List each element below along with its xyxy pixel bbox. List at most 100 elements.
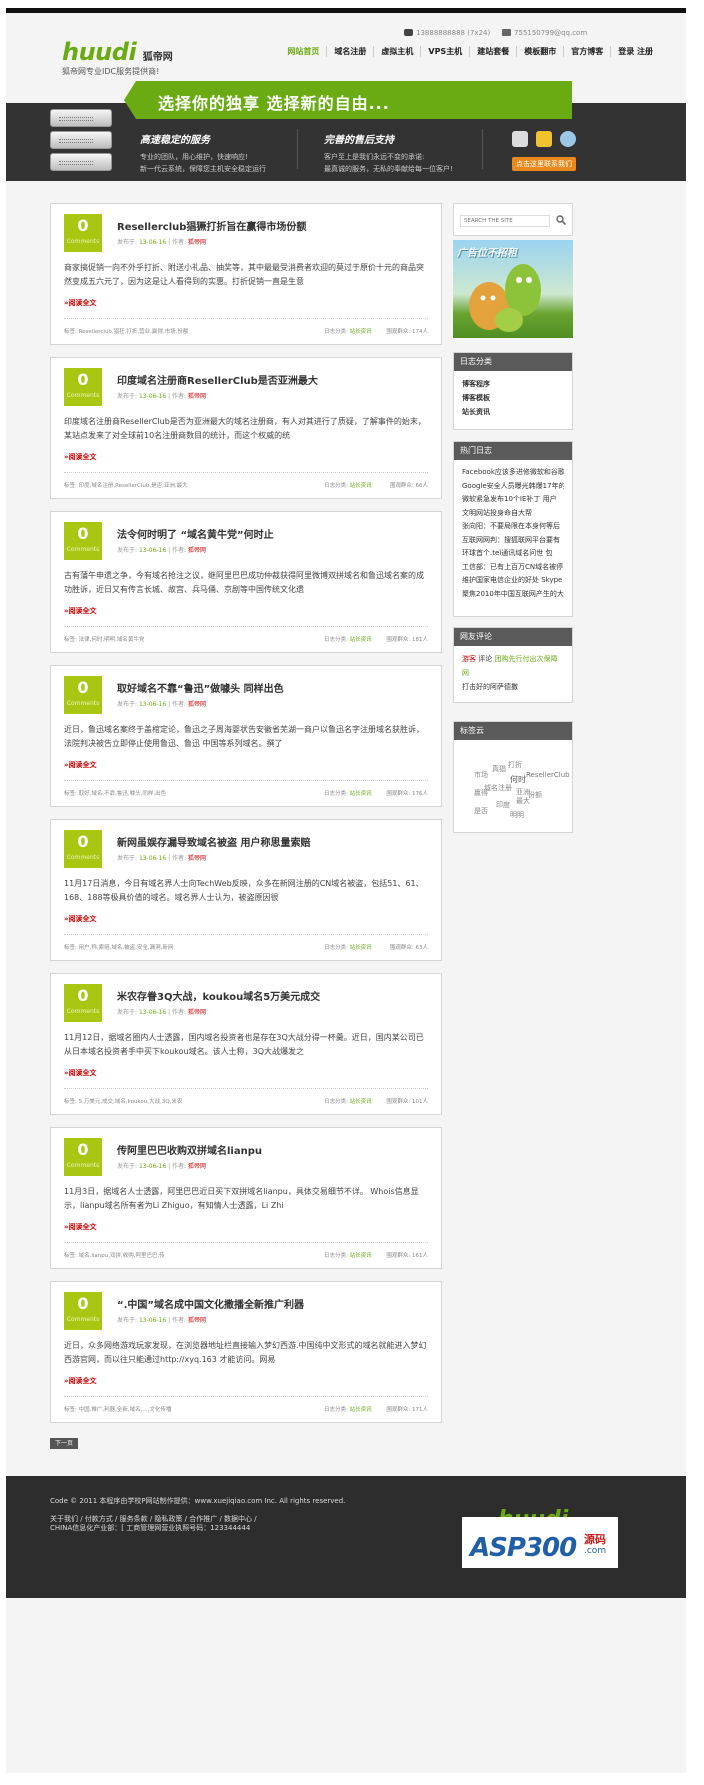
- post-tags[interactable]: 标签: 5,万美元,成交,域名,koukou,大战,3Q,米农: [64, 1097, 284, 1105]
- post-title[interactable]: 传阿里巴巴收购双拼域名lianpu: [117, 1142, 262, 1157]
- divider: [297, 129, 298, 169]
- printer-icon[interactable]: [512, 131, 528, 147]
- tag-link[interactable]: ResellerClub: [526, 771, 570, 779]
- tag-link[interactable]: 亚洲: [516, 787, 530, 797]
- post-author[interactable]: 狐帝网: [188, 1163, 206, 1170]
- post-footer: 标签: 域名,lianpu,双拼,收购,阿里巴巴,传 日志分类: 站长资讯 围观…: [64, 1242, 428, 1259]
- post-author[interactable]: 狐帝网: [188, 701, 206, 708]
- post-title[interactable]: 新网虽娱存漏导致域名被盗 用户称思量索赔: [117, 834, 310, 849]
- next-page-button[interactable]: 下一页: [50, 1438, 78, 1449]
- post-tags[interactable]: 标签: 中国,推广,利器,全新,域名,...,文化传播: [64, 1405, 284, 1413]
- post-author[interactable]: 狐帝网: [188, 239, 206, 246]
- category-link[interactable]: 站长资讯: [350, 329, 372, 335]
- comment-count-box[interactable]: 0 Comments: [64, 1138, 102, 1176]
- read-more-link[interactable]: »阅读全文: [64, 452, 97, 462]
- post-title[interactable]: 法令何时明了 “域名黄牛党”何时止: [117, 526, 274, 541]
- contact-us-button[interactable]: 点击这里联系我们: [512, 157, 576, 171]
- hot-post-item[interactable]: 工信部：已有上百万CN域名被停: [462, 561, 564, 575]
- hot-post-item[interactable]: 微软紧急发布10个IE补丁 用户: [462, 493, 564, 507]
- category-link[interactable]: 站长资讯: [350, 1407, 372, 1413]
- nav-domain[interactable]: 域名注册: [326, 46, 373, 57]
- hot-post-item[interactable]: 文明网站投身命自大帮: [462, 507, 564, 521]
- ad-banner[interactable]: 广告位不招租: [453, 240, 573, 338]
- post-title[interactable]: “.中国”域名成中国文化撒播全新推广利器: [117, 1296, 304, 1311]
- post-author[interactable]: 狐帝网: [188, 1009, 206, 1016]
- hot-post-item[interactable]: 维护国家电信企业的好处 Skype: [462, 574, 564, 588]
- category-item[interactable]: 博客模板: [462, 391, 564, 405]
- nav-package[interactable]: 建站套餐: [469, 46, 516, 57]
- read-more-link[interactable]: »阅读全文: [64, 1068, 97, 1078]
- nav-blog[interactable]: 官方博客: [563, 46, 610, 57]
- hot-post-item[interactable]: 聚焦2010年中国互联网产生的大: [462, 588, 564, 602]
- nav-hosting[interactable]: 虚拟主机: [373, 46, 420, 57]
- post-tags[interactable]: 标签: 域名,lianpu,双拼,收购,阿里巴巴,传: [64, 1251, 284, 1259]
- read-more-link[interactable]: »阅读全文: [64, 914, 97, 924]
- comment-count-box[interactable]: 0 Comments: [64, 830, 102, 868]
- tag-link[interactable]: 真猖: [492, 764, 506, 774]
- hot-post-item[interactable]: 环球首个.tel通讯域名问世 包: [462, 547, 564, 561]
- post-title[interactable]: 取好域名不靠“鲁迅”做噱头 同样出色: [117, 680, 284, 695]
- qq-icon[interactable]: [536, 131, 552, 147]
- category-item[interactable]: 站长资讯: [462, 405, 564, 419]
- post-category: 日志分类: 站长资讯: [324, 1097, 372, 1105]
- post-tags[interactable]: 标签: 用户,称,索赔,域名,被盗,安全,漏洞,新网: [64, 943, 284, 951]
- read-more-link[interactable]: »阅读全文: [64, 1222, 97, 1232]
- hot-post-item[interactable]: Google安全人员曝光韩爆17年的: [462, 480, 564, 494]
- tag-link[interactable]: 域名注册: [484, 783, 512, 793]
- tag-link[interactable]: 是否: [474, 806, 488, 816]
- category-link[interactable]: 站长资讯: [350, 637, 372, 643]
- comment-count: 0: [77, 370, 89, 389]
- post-footer: 标签: 用户,称,索赔,域名,被盗,安全,漏洞,新网 日志分类: 站长资讯 围观…: [64, 934, 428, 951]
- read-more-link[interactable]: »阅读全文: [64, 1376, 97, 1386]
- post-title[interactable]: 印度域名注册商ResellerClub是否亚洲最大: [117, 372, 318, 387]
- nav-vps[interactable]: VPS主机: [420, 46, 469, 57]
- tag-link[interactable]: 最大: [516, 796, 530, 806]
- hot-post-item[interactable]: 张向阳：不要局限在本身何等后: [462, 520, 564, 534]
- post-tags[interactable]: 标签: Resellerclub,猖狂,打折,营业,赢得,市场,份额: [64, 327, 284, 335]
- category-link[interactable]: 站长资讯: [350, 1099, 372, 1105]
- category-link[interactable]: 站长资讯: [350, 791, 372, 797]
- comment-count-box[interactable]: 0 Comments: [64, 676, 102, 714]
- tag-link[interactable]: 市场: [474, 770, 488, 780]
- nav-home[interactable]: 网站首页: [280, 46, 326, 57]
- hot-post-item[interactable]: Facebook应该多进修微软和谷歌: [462, 466, 564, 480]
- category-link[interactable]: 站长资讯: [350, 483, 372, 489]
- nav-template[interactable]: 模板翻市: [516, 46, 563, 57]
- category-item[interactable]: 博客程序: [462, 377, 564, 391]
- tag-link[interactable]: 明明: [510, 810, 524, 820]
- comment-count-box[interactable]: 0 Comments: [64, 1292, 102, 1330]
- comment-item[interactable]: 游客 评论 团购先行付出次保障网: [462, 652, 564, 680]
- logo[interactable]: huudi 狐帝网: [62, 38, 173, 66]
- read-more-link[interactable]: »阅读全文: [64, 298, 97, 308]
- category-link[interactable]: 站长资讯: [350, 945, 372, 951]
- tag-link[interactable]: 打折: [508, 760, 522, 770]
- read-more-link[interactable]: »阅读全文: [64, 760, 97, 770]
- comment-count-box[interactable]: 0 Comments: [64, 522, 102, 560]
- category-link[interactable]: 站长资讯: [350, 1253, 372, 1259]
- post-excerpt: 古有蒲午申遗之争，今有域名抢注之议，继阿里巴巴成功仲裁获得阿里微博双拼域名和鲁迅…: [64, 571, 424, 594]
- post-title[interactable]: 米农存眷3Q大战，koukou域名5万美元成交: [117, 988, 320, 1003]
- comment-count-label: Comments: [66, 546, 100, 553]
- nav-login[interactable]: 登录 注册: [610, 46, 660, 57]
- comment-count-box[interactable]: 0 Comments: [64, 368, 102, 406]
- read-more-link[interactable]: »阅读全文: [64, 606, 97, 616]
- tag-link[interactable]: 印度: [496, 800, 510, 810]
- search-icon[interactable]: [555, 214, 567, 226]
- tag-link[interactable]: 何时: [510, 774, 526, 785]
- post-author[interactable]: 狐帝网: [188, 393, 206, 400]
- tag-link[interactable]: 份额: [528, 790, 542, 800]
- post-tags[interactable]: 标签: 印度,域名注册,ResellerClub,是否,亚洲,最大: [64, 481, 284, 489]
- post-tags[interactable]: 标签: 取好,域名,不靠,鲁迅,噱头,同样,出色: [64, 789, 284, 797]
- post-author[interactable]: 狐帝网: [188, 547, 206, 554]
- chat-bubble-icon[interactable]: [560, 131, 576, 147]
- comment-count-box[interactable]: 0 Comments: [64, 214, 102, 252]
- comment-count-label: Comments: [66, 238, 100, 245]
- post-title[interactable]: Resellerclub猖獗打折旨在赢得市场份额: [117, 218, 306, 233]
- post-author[interactable]: 狐帝网: [188, 1317, 206, 1324]
- post-tags[interactable]: 标签: 法律,何时,明明,域名黄牛党: [64, 635, 284, 643]
- post-author[interactable]: 狐帝网: [188, 855, 206, 862]
- comment-count-box[interactable]: 0 Comments: [64, 984, 102, 1022]
- search-input[interactable]: [460, 215, 550, 227]
- logo-text: huudi: [62, 38, 137, 66]
- hot-post-item[interactable]: 互联网网判：搜狐联网平台要有: [462, 534, 564, 548]
